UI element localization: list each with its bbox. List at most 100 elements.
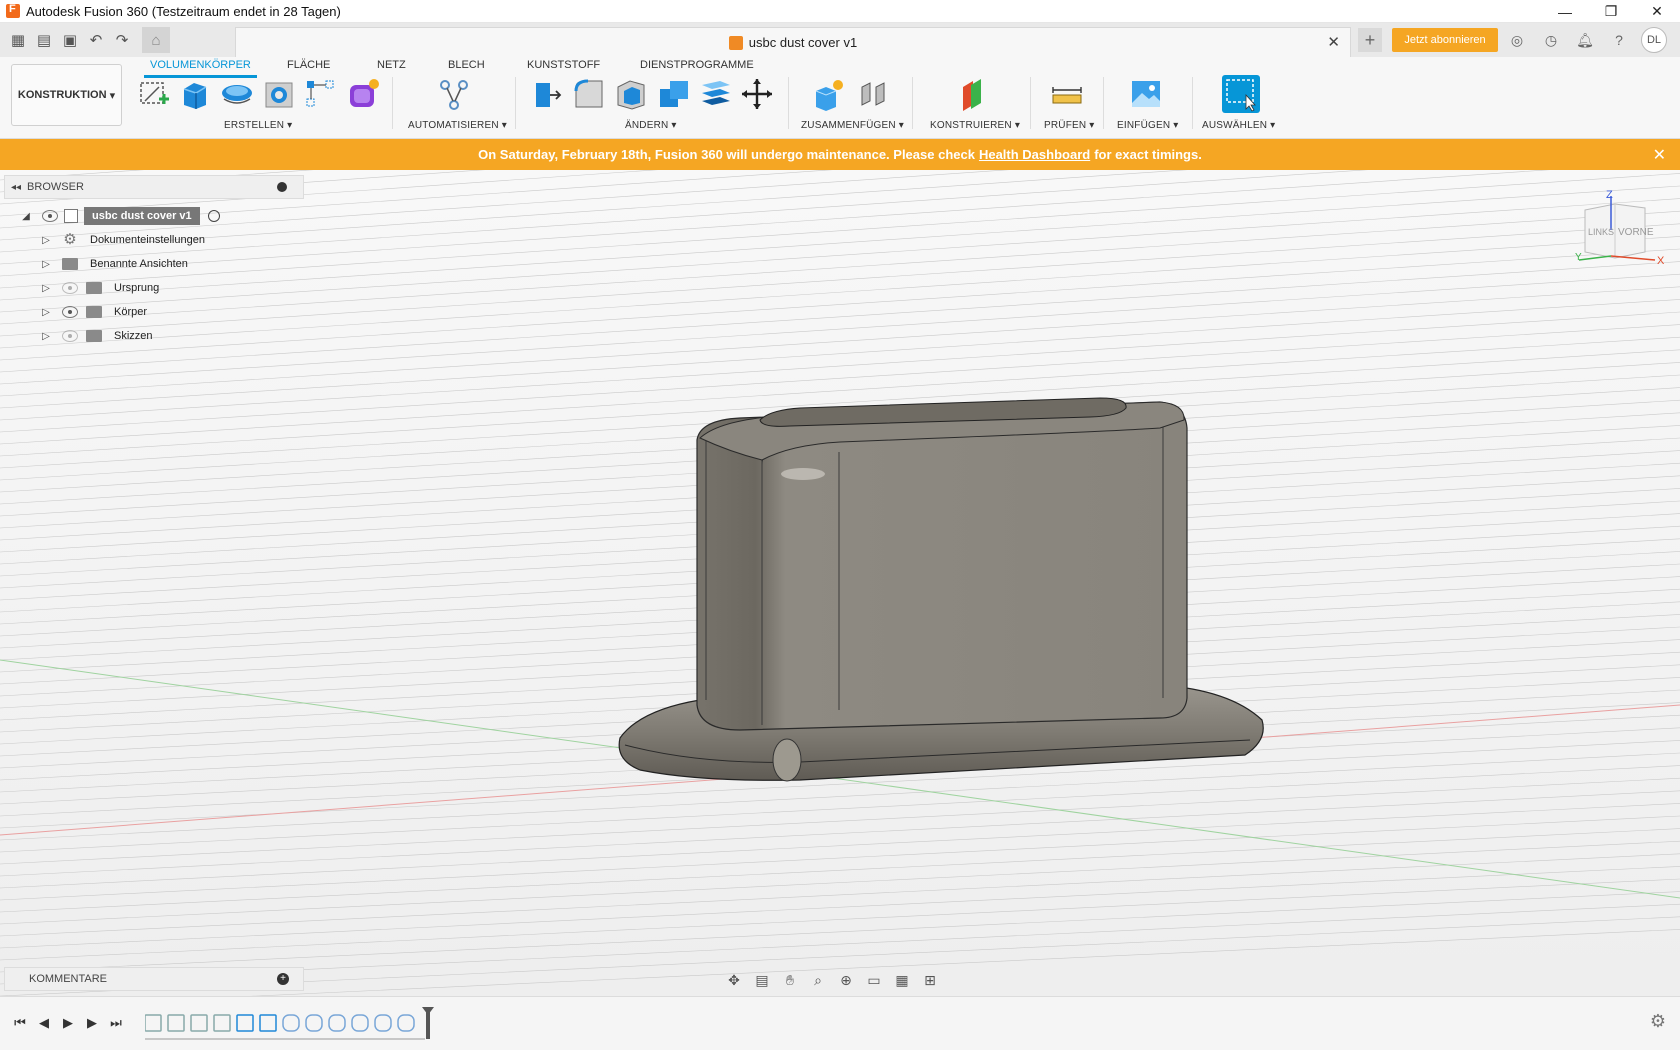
measure-icon[interactable]: [1050, 77, 1084, 111]
timeline-feature-icon[interactable]: [213, 1014, 231, 1032]
activate-radio-icon[interactable]: [207, 210, 220, 222]
notifications-bell-icon[interactable]: 🔔︎: [1573, 28, 1597, 52]
go-to-start-icon[interactable]: ⏮: [8, 1013, 32, 1033]
timeline-feature-icon[interactable]: [145, 1014, 162, 1032]
tab-dienstprogramme[interactable]: DIENSTPROGRAMME: [640, 59, 754, 71]
pan-hand-icon[interactable]: ✋︎: [776, 969, 804, 991]
add-comment-icon[interactable]: +: [277, 973, 289, 985]
minimize-button[interactable]: —: [1542, 0, 1588, 23]
tab-netz[interactable]: NETZ: [377, 59, 406, 71]
fillet-icon[interactable]: [572, 77, 606, 111]
home-icon[interactable]: ⌂: [142, 27, 170, 53]
look-at-icon[interactable]: ▤: [748, 969, 776, 991]
hidden-eye-icon[interactable]: [62, 282, 78, 294]
close-tab-icon[interactable]: ✕: [1327, 33, 1340, 51]
expand-triangle-icon[interactable]: ▷: [40, 330, 52, 342]
document-tab[interactable]: usbc dust cover v1 ✕: [235, 27, 1351, 57]
save-icon[interactable]: ▣: [58, 28, 82, 52]
fit-zoom-icon[interactable]: ⊕: [832, 969, 860, 991]
expand-triangle-icon[interactable]: ▷: [40, 306, 52, 318]
go-to-end-icon[interactable]: ⏭: [104, 1013, 128, 1033]
group-konstruieren[interactable]: KONSTRUIEREN ▾: [930, 120, 1020, 131]
restore-button[interactable]: ❐: [1588, 0, 1634, 23]
orbit-icon[interactable]: ✥: [720, 969, 748, 991]
close-window-button[interactable]: ✕: [1634, 0, 1680, 23]
select-tool-button[interactable]: [1222, 75, 1260, 113]
press-pull-icon[interactable]: [530, 77, 564, 111]
tab-blech[interactable]: BLECH: [448, 59, 485, 71]
browser-item-dokumenteinstellungen[interactable]: ▷ ⚙ Dokumenteinstellungen: [40, 229, 205, 251]
timeline-feature-icon[interactable]: [351, 1014, 369, 1032]
grid-settings-icon[interactable]: ▦: [888, 969, 916, 991]
job-status-icon[interactable]: ◷: [1539, 28, 1563, 52]
revolve-icon[interactable]: [220, 77, 254, 111]
timeline-features[interactable]: [145, 1005, 445, 1045]
group-einfuegen[interactable]: EINFÜGEN ▾: [1117, 120, 1178, 131]
display-settings-icon[interactable]: ▭: [860, 969, 888, 991]
hidden-eye-icon[interactable]: [62, 330, 78, 342]
expand-triangle-icon[interactable]: ▷: [40, 258, 52, 270]
timeline-settings-gear-icon[interactable]: ⚙: [1650, 1011, 1666, 1032]
group-automatisieren[interactable]: AUTOMATISIEREN ▾: [408, 120, 507, 131]
browser-item-skizzen[interactable]: ▷ Skizzen: [40, 325, 153, 347]
timeline-feature-icon[interactable]: [259, 1014, 277, 1032]
insert-canvas-icon[interactable]: [1129, 77, 1163, 111]
banner-close-icon[interactable]: ✕: [1653, 145, 1666, 165]
root-collapse-icon[interactable]: ◢: [20, 210, 32, 222]
browser-item-benannte-ansichten[interactable]: ▷ Benannte Ansichten: [40, 253, 188, 275]
timeline-feature-icon[interactable]: [282, 1014, 300, 1032]
extrude-icon[interactable]: [178, 77, 212, 111]
expand-triangle-icon[interactable]: ▷: [40, 282, 52, 294]
timeline-feature-icon[interactable]: [190, 1014, 208, 1032]
timeline-feature-icon[interactable]: [328, 1014, 346, 1032]
automate-icon[interactable]: [437, 77, 471, 111]
group-erstellen[interactable]: ERSTELLEN ▾: [224, 120, 292, 131]
new-tab-button[interactable]: +: [1358, 28, 1382, 52]
expand-triangle-icon[interactable]: ▷: [40, 234, 52, 246]
create-form-icon[interactable]: [346, 77, 380, 111]
comments-panel[interactable]: KOMMENTARE +: [4, 967, 304, 991]
timeline-feature-icon[interactable]: [374, 1014, 392, 1032]
app-grid-icon[interactable]: ▦: [6, 28, 30, 52]
user-avatar[interactable]: DL: [1641, 27, 1667, 53]
combine-icon[interactable]: [656, 77, 690, 111]
zoom-icon[interactable]: ⌕: [804, 969, 832, 991]
shell-icon[interactable]: [614, 77, 648, 111]
browser-root-row[interactable]: ◢ usbc dust cover v1: [20, 205, 220, 227]
tab-kunststoff[interactable]: KUNSTSTOFF: [527, 59, 600, 71]
new-component-icon[interactable]: [812, 77, 846, 111]
offset-face-icon[interactable]: [698, 77, 732, 111]
browser-item-ursprung[interactable]: ▷ Ursprung: [40, 277, 159, 299]
undo-icon[interactable]: ↶: [84, 28, 108, 52]
group-zusammenfuegen[interactable]: ZUSAMMENFÜGEN ▾: [801, 120, 904, 131]
step-back-icon[interactable]: ◀: [32, 1013, 56, 1033]
play-icon[interactable]: ▶: [56, 1013, 80, 1033]
browser-item-koerper[interactable]: ▷ Körper: [40, 301, 147, 323]
step-forward-icon[interactable]: ▶: [80, 1013, 104, 1033]
group-aendern[interactable]: ÄNDERN ▾: [625, 120, 677, 131]
offset-plane-icon[interactable]: [955, 77, 989, 111]
tab-volumenkoerper[interactable]: VOLUMENKÖRPER: [144, 59, 257, 78]
browser-header[interactable]: ◂◂ BROWSER: [4, 175, 304, 199]
health-dashboard-link[interactable]: Health Dashboard: [979, 147, 1090, 162]
subscribe-button[interactable]: Jetzt abonnieren: [1392, 28, 1498, 52]
viewports-icon[interactable]: ⊞: [916, 969, 944, 991]
view-cube[interactable]: Z LINKS VORNE X Y: [1575, 189, 1675, 280]
workspace-switcher[interactable]: KONSTRUKTION ▾: [11, 64, 122, 126]
create-sketch-icon[interactable]: [137, 77, 171, 111]
browser-minimize-icon[interactable]: [277, 182, 287, 192]
hole-icon[interactable]: [262, 77, 296, 111]
timeline-feature-icon[interactable]: [167, 1014, 185, 1032]
root-visibility-eye-icon[interactable]: [42, 210, 58, 222]
group-auswaehlen[interactable]: AUSWÄHLEN ▾: [1202, 120, 1275, 131]
group-pruefen[interactable]: PRÜFEN ▾: [1044, 120, 1095, 131]
dust-cover-model[interactable]: [618, 397, 1264, 782]
extensions-icon[interactable]: ◎: [1505, 28, 1529, 52]
move-copy-icon[interactable]: [740, 77, 774, 111]
timeline-feature-icon[interactable]: [305, 1014, 323, 1032]
help-icon[interactable]: ?: [1607, 28, 1631, 52]
tab-flaeche[interactable]: FLÄCHE: [287, 59, 330, 71]
pattern-icon[interactable]: [304, 77, 338, 111]
timeline-feature-icon[interactable]: [397, 1014, 415, 1032]
timeline-feature-icon[interactable]: [236, 1014, 254, 1032]
